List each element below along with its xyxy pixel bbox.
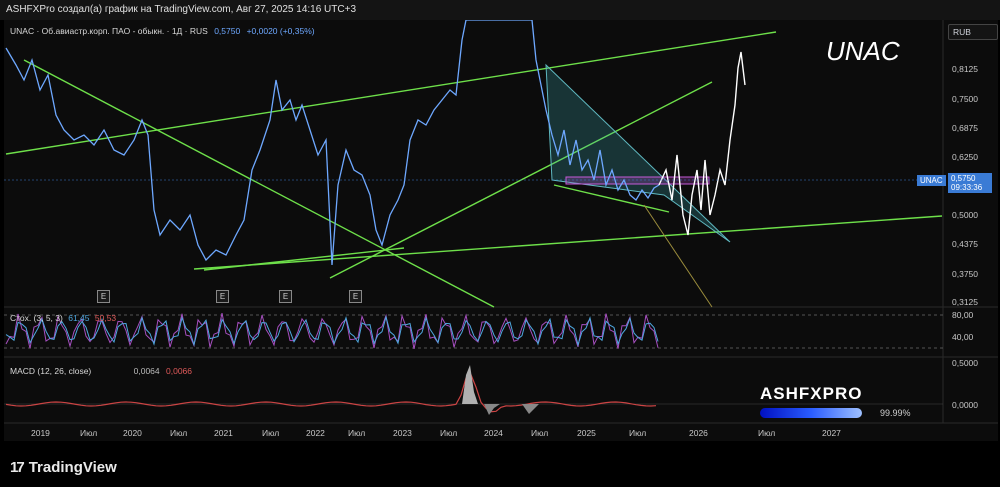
stoch-label: Стох. (3, 5, 3) xyxy=(10,313,63,323)
macd-axis-label: 0,0000 xyxy=(952,400,978,410)
stoch-k-value: 61,45 xyxy=(68,313,90,323)
time-axis-label: Июл xyxy=(348,428,366,438)
price-axis-label: 0,6250 xyxy=(952,152,978,162)
legend-price: 0,5750 xyxy=(214,26,241,36)
chart-area[interactable]: UNAC · Об.авиастр.корп. ПАО - обыкн. · 1… xyxy=(4,20,998,441)
brand-progress-bar xyxy=(760,408,862,418)
price-axis-label: 0,5000 xyxy=(952,210,978,220)
macd-histogram-dip-2 xyxy=(522,404,539,414)
resistance-zone[interactable] xyxy=(565,176,710,185)
trendline-descending xyxy=(23,59,495,308)
chart-title-watermark: UNAC xyxy=(826,36,900,66)
time-axis-label: Июл xyxy=(531,428,549,438)
price-line[interactable] xyxy=(5,20,660,266)
earnings-marker[interactable]: E xyxy=(216,290,229,303)
chart-canvas[interactable] xyxy=(4,20,998,441)
time-axis-label: 2019 xyxy=(31,428,50,438)
last-price: 0,5750 xyxy=(951,174,976,183)
time-axis-label: Июл xyxy=(80,428,98,438)
price-axis-label: 0,7500 xyxy=(952,94,978,104)
time-axis-label: Июл xyxy=(262,428,280,438)
earnings-marker[interactable]: E xyxy=(97,290,110,303)
macd-legend[interactable]: MACD (12, 26, close) 0,0064 0,0066 xyxy=(10,366,192,376)
time-axis-label: 2023 xyxy=(393,428,412,438)
time-axis-label: 2021 xyxy=(214,428,233,438)
macd-axis-label: 0,5000 xyxy=(952,358,978,368)
stoch-legend[interactable]: Стох. (3, 5, 3) 61,45 50,53 xyxy=(10,313,116,323)
stoch-d-value: 50,53 xyxy=(94,313,117,323)
symbol-price-tag: UNAC xyxy=(917,175,946,186)
top-caption-bar: ASHFXPro создал(а) график на TradingView… xyxy=(0,0,1000,20)
legend-change: +0,0020 (+0,35%) xyxy=(246,26,315,36)
trendline-low-support xyxy=(203,247,405,271)
brand-watermark: ASHFXPRO xyxy=(760,384,863,403)
macd-value-2: 0,0066 xyxy=(166,366,192,376)
price-axis-label: 0,3125 xyxy=(952,297,978,307)
tradingview-logo-text: TradingView xyxy=(28,459,117,476)
time-axis-label: 2025 xyxy=(577,428,596,438)
price-axis-label: 0,8125 xyxy=(952,64,978,74)
time-axis-label: 2027 xyxy=(822,428,841,438)
price-axis-label: 0,6875 xyxy=(952,123,978,133)
macd-value-1: 0,0064 xyxy=(133,366,160,376)
chart-caption: ASHFXPro создал(а) график на TradingView… xyxy=(6,4,357,15)
bar-countdown: 09:33:36 xyxy=(951,183,983,192)
macd-label: MACD (12, 26, close) xyxy=(10,366,92,376)
trendline-upper-channel xyxy=(5,31,777,155)
price-axis-label: 0,3750 xyxy=(952,269,978,279)
tradingview-logo-icon: 17 xyxy=(10,459,25,476)
time-axis-label: Июл xyxy=(170,428,188,438)
stoch-axis-label: 40,00 xyxy=(952,332,974,342)
macd-line[interactable] xyxy=(5,373,657,413)
currency-button[interactable]: RUB xyxy=(948,24,998,40)
symbol-description: UNAC · Об.авиастр.корп. ПАО - обыкн. · 1… xyxy=(10,26,208,36)
wedge-pattern[interactable] xyxy=(545,63,731,243)
projection-path[interactable] xyxy=(658,51,746,236)
trendline-rising-support xyxy=(193,215,943,270)
footer xyxy=(0,441,1000,487)
time-axis-label: Июл xyxy=(758,428,776,438)
time-axis-label: 2020 xyxy=(123,428,142,438)
price-axis-label: 0,4375 xyxy=(952,239,978,249)
stoch-axis-label: 80,00 xyxy=(952,310,974,320)
brand-percent: 99.99% xyxy=(880,408,911,418)
time-axis-label: 2024 xyxy=(484,428,503,438)
tradingview-logo[interactable]: 17 TradingView xyxy=(10,459,117,476)
earnings-marker[interactable]: E xyxy=(349,290,362,303)
earnings-marker[interactable]: E xyxy=(279,290,292,303)
time-axis-label: Июл xyxy=(629,428,647,438)
trendlines[interactable] xyxy=(5,31,943,308)
time-axis-label: 2022 xyxy=(306,428,325,438)
time-axis-label: Июл xyxy=(440,428,458,438)
main-legend[interactable]: UNAC · Об.авиастр.корп. ПАО - обыкн. · 1… xyxy=(10,26,315,36)
time-axis-label: 2026 xyxy=(689,428,708,438)
last-price-tag: 0,5750 09:33:36 xyxy=(948,173,992,193)
